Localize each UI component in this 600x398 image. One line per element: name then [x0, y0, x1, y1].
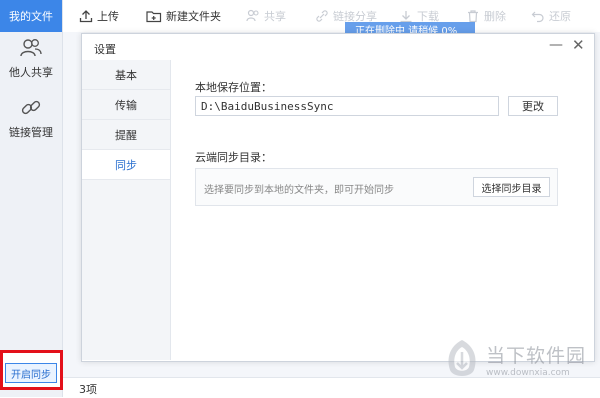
share-people-icon	[246, 9, 259, 22]
new-folder-button[interactable]: 新建文件夹	[146, 0, 221, 32]
status-bar: 3项	[63, 377, 600, 398]
cloud-dir-label: 云端同步目录：	[195, 151, 272, 164]
upload-label: 上传	[97, 10, 119, 23]
toolbar: 上传 新建文件夹 共享 链接分享 下载 删除 还原	[63, 0, 600, 32]
share-button[interactable]: 共享	[246, 0, 286, 32]
sidebar-item-label: 他人共享	[9, 66, 53, 79]
people-icon	[20, 39, 42, 57]
sidebar-item-link-manage[interactable]: 链接管理	[0, 98, 62, 140]
tab-transfer[interactable]: 传输	[82, 90, 170, 120]
link-share-icon	[316, 10, 328, 22]
tab-sync[interactable]: 同步	[82, 150, 170, 180]
close-icon[interactable]: ✕	[572, 36, 585, 54]
select-sync-dir-button[interactable]: 选择同步目录	[473, 177, 550, 197]
new-folder-label: 新建文件夹	[166, 10, 221, 23]
cloud-dir-box: 选择要同步到本地的文件夹，即可开始同步 选择同步目录	[195, 168, 558, 206]
cloud-dir-hint: 选择要同步到本地的文件夹，即可开始同步	[204, 185, 394, 196]
upload-button[interactable]: 上传	[79, 0, 119, 32]
watermark-name: 当下软件园	[486, 344, 587, 367]
restore-label: 还原	[549, 10, 571, 23]
settings-nav: 基本 传输 提醒 同步	[82, 60, 171, 360]
share-label: 共享	[264, 10, 286, 23]
trash-icon	[468, 10, 478, 23]
link-icon	[21, 100, 41, 115]
tab-reminder[interactable]: 提醒	[82, 120, 170, 150]
new-folder-icon	[146, 11, 162, 23]
watermark-url: www.downxia.com	[486, 367, 570, 378]
enable-sync-button[interactable]: 开启同步	[5, 363, 57, 383]
tab-basic[interactable]: 基本	[82, 60, 170, 90]
undo-icon	[531, 11, 544, 23]
local-path-field[interactable]	[195, 96, 499, 116]
sidebar-item-my-files[interactable]: 我的文件	[0, 0, 62, 32]
settings-dialog: 设置 — ✕ 基本 传输 提醒 同步 本地保存位置： 更改 云端同步目录： 选择…	[81, 33, 595, 362]
change-path-button[interactable]: 更改	[508, 96, 558, 116]
restore-button[interactable]: 还原	[531, 0, 571, 32]
downxia-logo-icon	[448, 340, 476, 376]
delete-label: 删除	[484, 10, 506, 23]
dialog-title: 设置	[94, 43, 116, 56]
upload-icon	[79, 10, 93, 23]
sidebar-item-share[interactable]: 他人共享	[0, 38, 62, 80]
sidebar-item-label: 链接管理	[9, 126, 53, 139]
minimize-icon[interactable]: —	[549, 37, 563, 53]
local-path-label: 本地保存位置：	[195, 81, 272, 94]
sidebar: 我的文件 他人共享 链接管理	[0, 0, 63, 397]
watermark: 当下软件园 www.downxia.com	[444, 338, 586, 380]
item-count: 3项	[79, 383, 97, 396]
sidebar-item-label: 我的文件	[9, 10, 53, 23]
